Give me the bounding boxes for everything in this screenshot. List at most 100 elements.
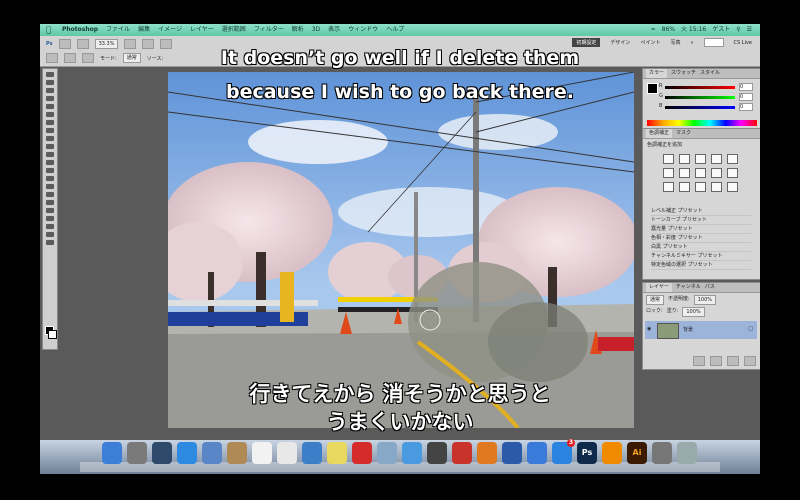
apple-icon[interactable]:  (46, 24, 51, 36)
preset-hue-saturation[interactable]: 色相・彩度 プリセット (651, 234, 751, 243)
wifi-icon[interactable]: ≈ (651, 24, 656, 36)
illustrator-icon[interactable]: Ai (627, 442, 647, 464)
visibility-eye-icon[interactable]: ◉ (647, 326, 653, 332)
levels-icon[interactable] (679, 154, 690, 164)
history-brush-tool-icon[interactable] (46, 144, 54, 149)
gradient-tool-icon[interactable] (46, 160, 54, 165)
menu-app[interactable]: Photoshop (62, 24, 98, 36)
preset-curves[interactable]: トーンカーブ プリセット (651, 216, 751, 225)
ibooks-icon[interactable] (477, 442, 497, 464)
posterize-icon[interactable] (679, 182, 690, 192)
eyedropper-tool-icon[interactable] (46, 112, 54, 117)
facetime-icon[interactable] (427, 442, 447, 464)
3d-camera-tool-icon[interactable] (46, 224, 54, 229)
menu-edit[interactable]: 編集 (138, 24, 150, 36)
new-adjustment-icon[interactable] (744, 356, 756, 366)
tab-channels[interactable]: チャンネル (676, 283, 701, 292)
notification-icon[interactable]: ☰ (747, 24, 752, 36)
channel-mixer-icon[interactable] (727, 168, 738, 178)
menu-help[interactable]: ヘルプ (386, 24, 404, 36)
exposure-icon[interactable] (711, 154, 722, 164)
tab-masks[interactable]: マスク (676, 129, 691, 138)
trash-icon[interactable] (677, 442, 697, 464)
zoom-tool-icon[interactable] (46, 240, 54, 245)
photo-icon[interactable] (202, 442, 222, 464)
brush-tool-icon[interactable] (46, 128, 54, 133)
add-mask-icon[interactable] (727, 356, 739, 366)
threshold-icon[interactable] (695, 182, 706, 192)
color-spectrum[interactable] (647, 120, 757, 126)
blur-tool-icon[interactable] (46, 168, 54, 173)
cs-live-button[interactable]: CS Live (734, 40, 752, 46)
more-workspaces-icon[interactable]: » (690, 40, 693, 46)
menu-3d[interactable]: 3D (312, 24, 320, 36)
dodge-tool-icon[interactable] (46, 176, 54, 181)
battery-level[interactable]: 86% (662, 24, 675, 36)
itunes-icon[interactable] (527, 442, 547, 464)
selective-color-icon[interactable] (727, 182, 738, 192)
calendar-icon[interactable] (252, 442, 272, 464)
preset-channel-mixer[interactable]: チャンネルミキサー プリセット (651, 252, 751, 261)
menu-window[interactable]: ウィンドウ (348, 24, 378, 36)
tab-styles[interactable]: スタイル (700, 69, 720, 78)
clone-stamp-tool-icon[interactable] (46, 136, 54, 141)
b-value[interactable]: 0 (739, 103, 753, 111)
eraser-tool-icon[interactable] (46, 152, 54, 157)
spotlight-icon[interactable]: ⚲ (736, 24, 740, 36)
stickies-icon[interactable] (327, 442, 347, 464)
preset-black-white[interactable]: 白黒 プリセット (651, 243, 751, 252)
pen-tool-icon[interactable] (46, 184, 54, 189)
blend-mode-select[interactable]: 通常 (646, 295, 665, 305)
preset-exposure[interactable]: 露光量 プリセット (651, 225, 751, 234)
preview2-icon[interactable] (377, 442, 397, 464)
invert-icon[interactable] (663, 182, 674, 192)
clock[interactable]: 火 15:16 (681, 24, 706, 36)
photoshop-icon[interactable]: Ps (577, 442, 597, 464)
color-balance-icon[interactable] (679, 168, 690, 178)
hue-saturation-icon[interactable] (663, 168, 674, 178)
crop-tool-icon[interactable] (46, 104, 54, 109)
workspace-design[interactable]: デザイン (610, 39, 630, 46)
link-layers-icon[interactable] (693, 356, 705, 366)
launchpad-icon[interactable] (127, 442, 147, 464)
layer-name[interactable]: 背景 (683, 326, 693, 333)
brightness-icon[interactable] (663, 154, 674, 164)
photo-filter-icon[interactable] (711, 168, 722, 178)
curves-icon[interactable] (695, 154, 706, 164)
b-slider[interactable] (665, 106, 735, 109)
menu-analysis[interactable]: 解析 (292, 24, 304, 36)
layer-row-background[interactable]: ◉ 背景 □ (645, 321, 757, 339)
menu-filter[interactable]: フィルター (254, 24, 284, 36)
preset-levels[interactable]: レベル補正 プリセット (651, 207, 751, 216)
move-tool-icon[interactable] (46, 72, 54, 77)
path-select-tool-icon[interactable] (46, 200, 54, 205)
vlc-icon[interactable] (602, 442, 622, 464)
finder-icon[interactable] (102, 442, 122, 464)
workspace-photo[interactable]: 写真 (670, 39, 680, 46)
opacity-input[interactable]: 100% (693, 295, 716, 305)
background-color-swatch[interactable] (48, 330, 57, 339)
tab-swatches[interactable]: スウォッチ (671, 69, 696, 78)
gradient-map-icon[interactable] (711, 182, 722, 192)
tab-paths[interactable]: パス (705, 283, 715, 292)
menu-file[interactable]: ファイル (106, 24, 130, 36)
black-white-icon[interactable] (695, 168, 706, 178)
contacts-icon[interactable] (227, 442, 247, 464)
messages-icon[interactable] (402, 442, 422, 464)
vibrance-icon[interactable] (727, 154, 738, 164)
menu-layer[interactable]: レイヤー (190, 24, 214, 36)
preview-icon[interactable] (302, 442, 322, 464)
tab-adjustments[interactable]: 色調補正 (646, 129, 673, 138)
hand-tool-icon[interactable] (46, 232, 54, 237)
fill-input[interactable]: 100% (682, 307, 705, 317)
document-canvas[interactable] (168, 72, 634, 428)
fx-icon[interactable] (710, 356, 722, 366)
3d-rotate-tool-icon[interactable] (46, 216, 54, 221)
workspace-paint[interactable]: ペイント (640, 39, 660, 46)
shape-tool-icon[interactable] (46, 208, 54, 213)
user-name[interactable]: ゲスト (712, 24, 730, 36)
word-icon[interactable] (502, 442, 522, 464)
menu-select[interactable]: 選択範囲 (222, 24, 246, 36)
app-store-icon[interactable]: 3 (552, 439, 575, 464)
youtube-icon[interactable] (352, 442, 372, 464)
